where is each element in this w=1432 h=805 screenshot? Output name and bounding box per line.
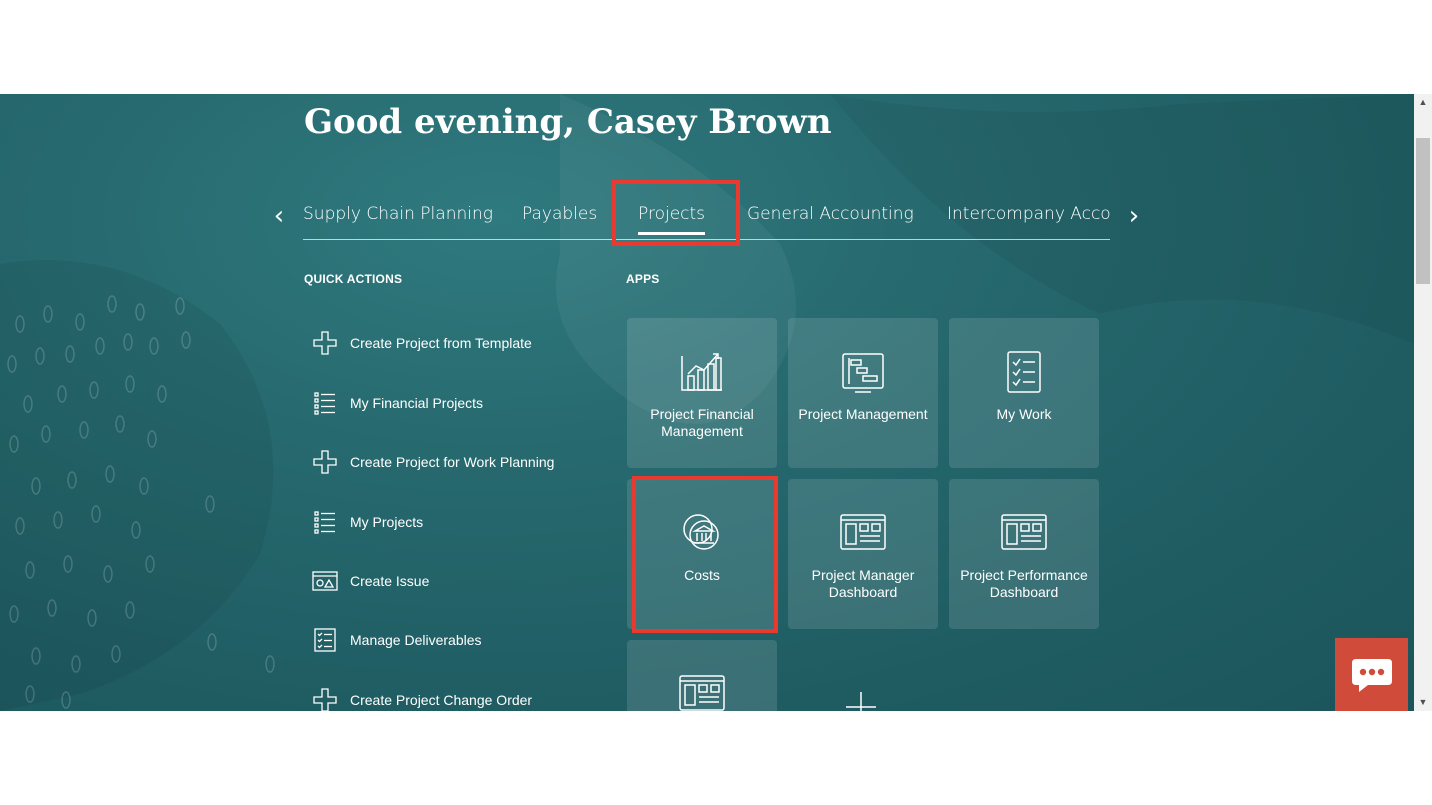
scroll-down-icon[interactable]: ▼ xyxy=(1414,694,1432,711)
bottom-blank-band xyxy=(0,711,1432,805)
tabs-next-icon[interactable]: › xyxy=(1124,202,1144,230)
quick-action-create-project-for-work-planning[interactable]: Create Project for Work Planning xyxy=(312,447,554,477)
app-tile-project-manager-dashboard[interactable]: Project Manager Dashboard xyxy=(788,479,938,629)
vertical-scrollbar[interactable]: ▲ ▼ xyxy=(1414,94,1432,711)
app-tile-project-management[interactable]: Project Management xyxy=(788,318,938,468)
tab-general-accounting[interactable]: General Accounting xyxy=(747,204,914,224)
app-tile-label: My Work xyxy=(996,406,1052,422)
quick-action-label: Create Project from Template xyxy=(350,335,532,351)
tab-projects[interactable]: Projects xyxy=(638,204,706,235)
app-tile-project-performance-dashboard[interactable]: Project Performance Dashboard xyxy=(949,479,1099,629)
quick-action-label: Create Issue xyxy=(350,573,430,589)
quick-action-my-projects[interactable]: My Projects xyxy=(312,507,423,537)
quick-action-label: My Projects xyxy=(350,514,424,530)
scrollbar-thumb[interactable] xyxy=(1416,138,1430,284)
chat-button[interactable] xyxy=(1335,638,1408,711)
greeting-title: Good evening, Casey Brown xyxy=(304,102,832,142)
springboard-viewport: Good evening, Casey Brown ‹ Supply Chain… xyxy=(0,94,1414,711)
quick-action-create-project-from-template[interactable]: Create Project from Template xyxy=(312,328,532,358)
plus-icon xyxy=(312,449,338,475)
financial-chart-icon xyxy=(681,353,722,391)
quick-action-label: Create Project Change Order xyxy=(350,692,533,708)
quick-action-label: My Financial Projects xyxy=(350,395,484,411)
category-tabs: Supply Chain Planning Payables Projects … xyxy=(303,198,1110,240)
dashboard-icon xyxy=(1001,514,1047,550)
tab-intercompany-accounting[interactable]: Intercompany Accour xyxy=(947,204,1110,224)
quick-action-my-financial-projects[interactable]: My Financial Projects xyxy=(312,388,483,418)
checklist-icon xyxy=(1007,351,1041,393)
apps-heading: APPS xyxy=(626,272,660,286)
tab-payables[interactable]: Payables xyxy=(522,204,597,224)
app-tile-label: Project Financial Management xyxy=(650,406,754,439)
quick-actions-heading: QUICK ACTIONS xyxy=(304,272,403,286)
list-icon xyxy=(312,390,338,416)
quick-action-create-project-change-order[interactable]: Create Project Change Order xyxy=(312,685,532,711)
app-tile-label: Costs xyxy=(684,567,720,583)
quick-action-create-issue[interactable]: Create Issue xyxy=(312,566,429,596)
scroll-up-icon[interactable]: ▲ xyxy=(1414,94,1432,111)
app-tile-label: Project Manager Dashboard xyxy=(811,567,915,600)
plus-icon xyxy=(312,330,338,356)
top-blank-band xyxy=(0,0,1432,94)
quick-action-label: Manage Deliverables xyxy=(350,632,482,648)
quick-action-manage-deliverables[interactable]: Manage Deliverables xyxy=(312,625,482,655)
app-tile-costs[interactable]: Costs xyxy=(627,479,777,629)
list-icon xyxy=(312,509,338,535)
app-tile-label: Project Management xyxy=(798,406,928,422)
issue-icon xyxy=(312,568,338,594)
plus-icon xyxy=(312,687,338,711)
add-app-plus-icon[interactable] xyxy=(844,690,878,711)
chat-bubble-icon xyxy=(1351,658,1392,692)
tabs-previous-icon[interactable]: ‹ xyxy=(269,202,289,230)
quick-action-label: Create Project for Work Planning xyxy=(350,454,555,470)
dashboard-icon xyxy=(840,514,886,550)
app-tile-dashboard[interactable] xyxy=(627,640,777,711)
bank-coins-icon xyxy=(683,514,719,550)
dashboard-icon xyxy=(679,675,725,711)
app-tile-project-financial-management[interactable]: Project Financial Management xyxy=(627,318,777,468)
app-tile-my-work[interactable]: My Work xyxy=(949,318,1099,468)
tab-supply-chain-planning[interactable]: Supply Chain Planning xyxy=(303,204,493,224)
gantt-icon xyxy=(842,353,884,393)
checklist-icon xyxy=(312,627,338,653)
app-tile-label: Project Performance Dashboard xyxy=(960,567,1088,600)
